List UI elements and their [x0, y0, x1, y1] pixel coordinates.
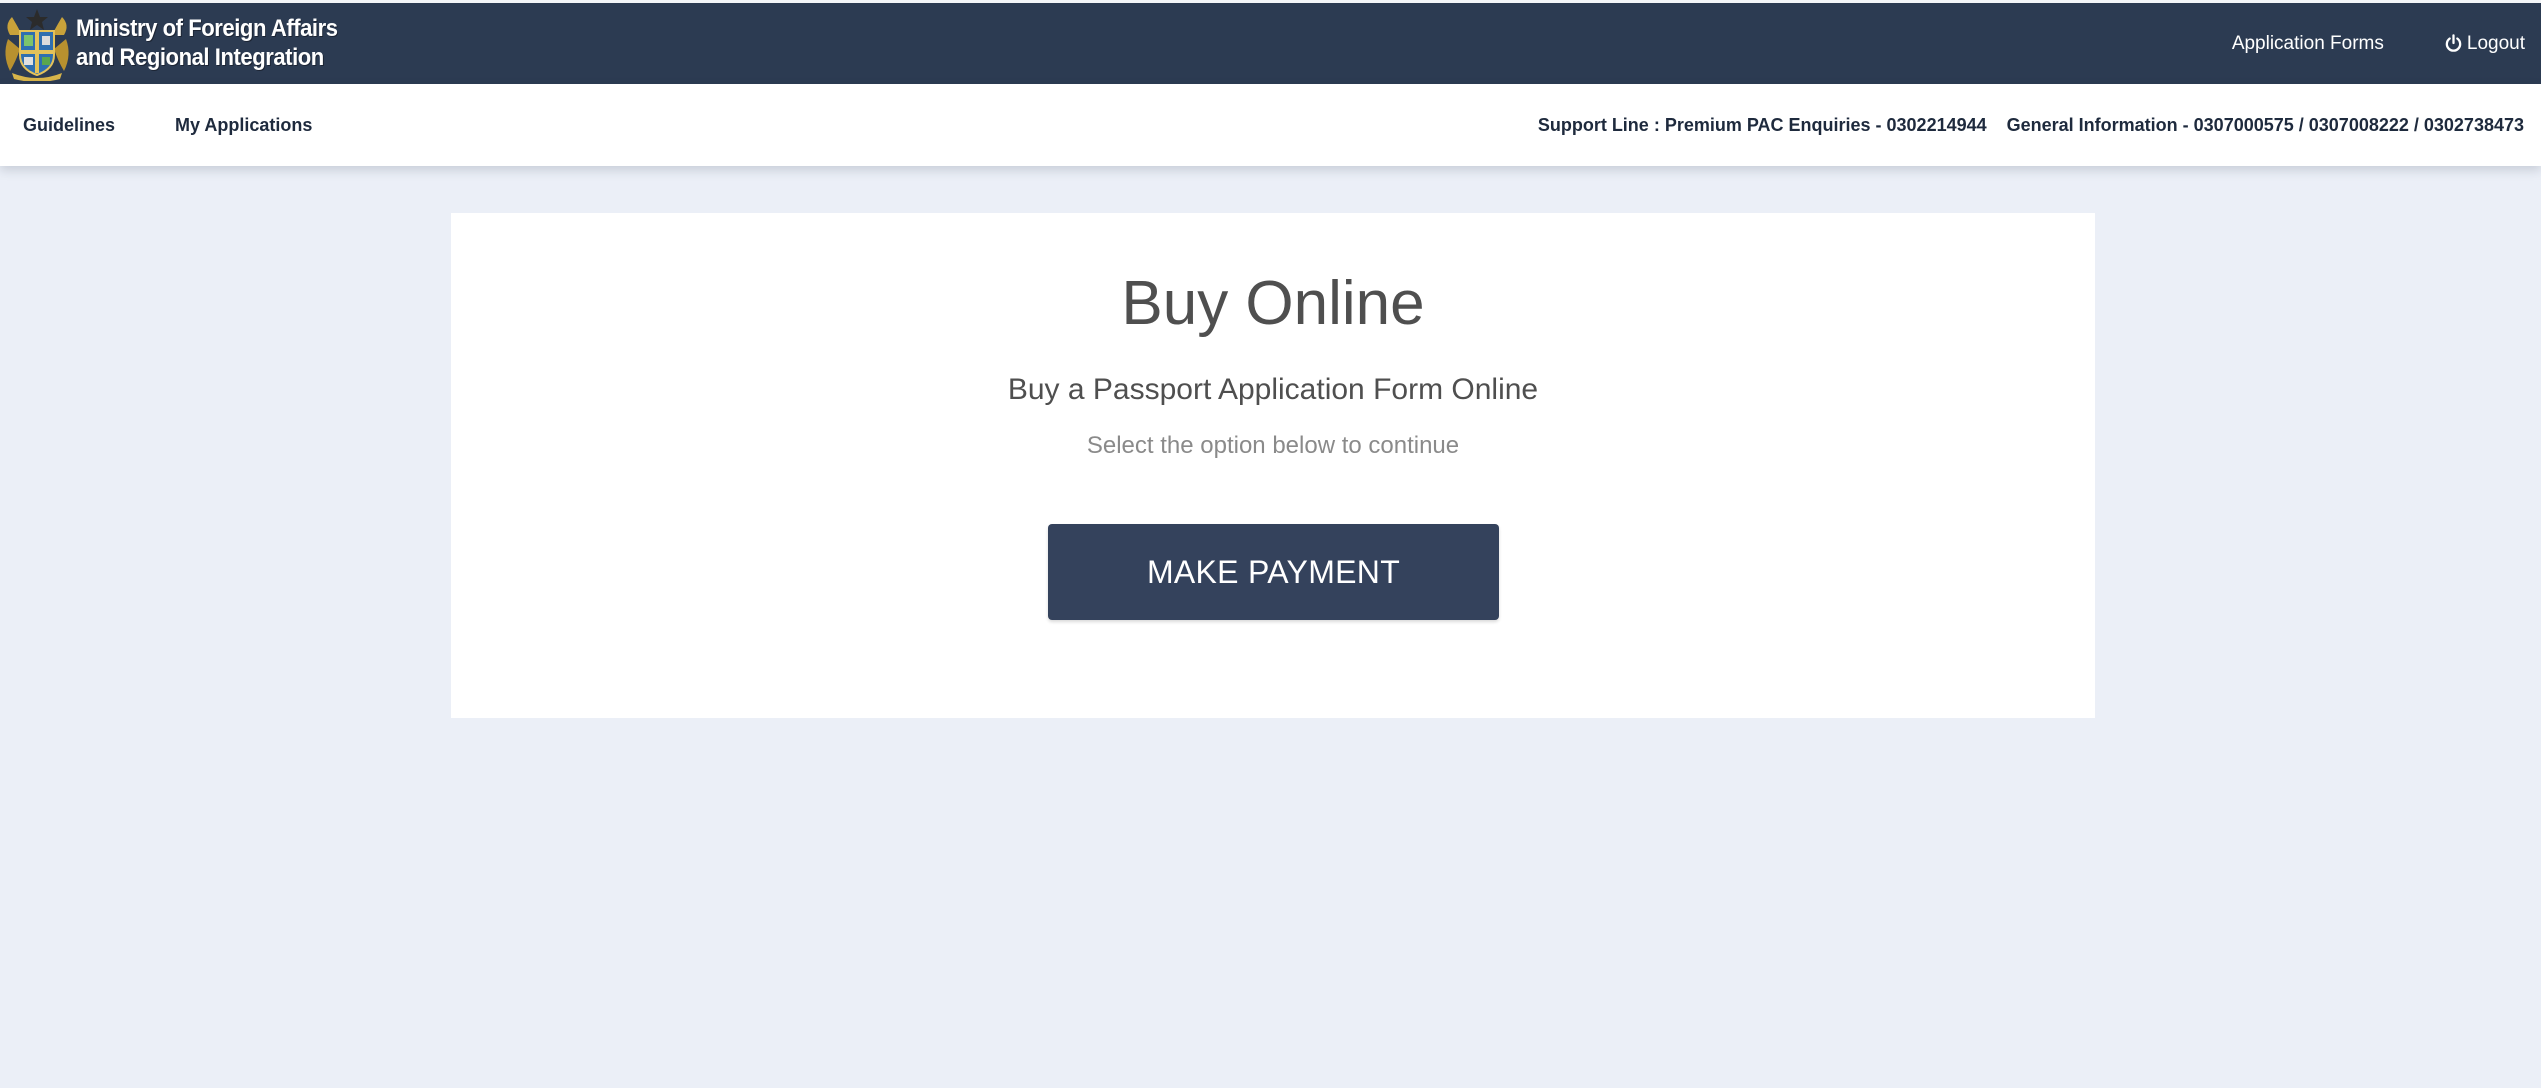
ghana-coat-of-arms-icon [5, 9, 69, 81]
support-line-text: Support Line : Premium PAC Enquiries - 0… [1537, 114, 1987, 135]
my-applications-link[interactable]: My Applications [175, 115, 312, 136]
brand-line-1: Ministry of Foreign Affairs [76, 15, 338, 42]
brand-line-2: and Regional Integration [76, 44, 324, 71]
logout-label: Logout [2466, 32, 2525, 54]
general-information-text: General Information - 0307000575 / 03070… [2006, 114, 2524, 135]
top-header-bar: Ministry of Foreign Affairs and Regional… [0, 0, 2541, 84]
page-title: Buy Online [1121, 269, 1425, 338]
secondary-nav-links: Guidelines My Applications [23, 84, 312, 166]
contact-info: Support Line : Premium PAC Enquiries - 0… [1538, 84, 2524, 166]
make-payment-button[interactable]: MAKE PAYMENT [1048, 524, 1499, 620]
secondary-nav-bar: Guidelines My Applications Support Line … [0, 84, 2541, 166]
power-icon [2445, 34, 2462, 52]
logout-link[interactable]: Logout [2444, 33, 2525, 55]
brand-name: Ministry of Foreign Affairs and Regional… [76, 14, 338, 72]
application-forms-label: Application Forms [2231, 32, 2384, 54]
application-forms-link[interactable]: Application Forms [2232, 33, 2384, 55]
brand-logo[interactable]: Ministry of Foreign Affairs and Regional… [0, 5, 360, 81]
instruction-text: Select the option below to continue [1086, 432, 1460, 459]
page-subtitle: Buy a Passport Application Form Online [1007, 373, 1539, 406]
buy-online-card: Buy Online Buy a Passport Application Fo… [451, 213, 2095, 718]
top-nav: Application Forms Logout [2232, 3, 2525, 84]
guidelines-link[interactable]: Guidelines [23, 115, 115, 136]
